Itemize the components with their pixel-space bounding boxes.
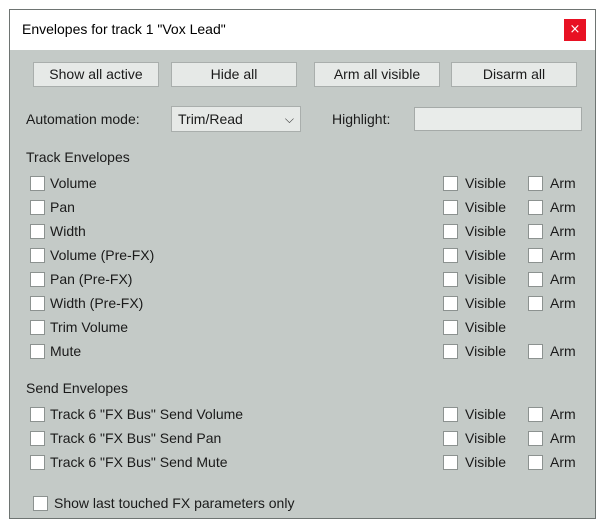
arm-checkbox[interactable] bbox=[528, 176, 543, 191]
visible-checkbox[interactable] bbox=[443, 455, 458, 470]
show-all-active-button[interactable]: Show all active bbox=[33, 62, 159, 87]
track-envelope-checkbox[interactable] bbox=[30, 200, 45, 215]
visible-checkbox[interactable] bbox=[443, 407, 458, 422]
track-envelope-checkbox[interactable] bbox=[30, 272, 45, 287]
visible-checkbox[interactable] bbox=[443, 248, 458, 263]
visible-label: Visible bbox=[465, 199, 506, 215]
show-last-touched-checkbox[interactable] bbox=[33, 496, 48, 511]
send-envelope-row: Track 6 "FX Bus" Send Volume Visible Arm bbox=[10, 405, 597, 425]
automation-mode-select[interactable]: Trim/Read ⌵ bbox=[171, 106, 301, 132]
visible-label: Visible bbox=[465, 343, 506, 359]
track-envelope-row: Volume (Pre-FX) Visible Arm bbox=[10, 246, 597, 266]
close-button[interactable]: × bbox=[564, 19, 586, 41]
visible-label: Visible bbox=[465, 223, 506, 239]
track-envelope-row: Pan (Pre-FX) Visible Arm bbox=[10, 270, 597, 290]
window-title: Envelopes for track 1 "Vox Lead" bbox=[22, 21, 226, 37]
track-envelope-checkbox[interactable] bbox=[30, 320, 45, 335]
track-envelope-checkbox[interactable] bbox=[30, 176, 45, 191]
visible-checkbox[interactable] bbox=[443, 296, 458, 311]
highlight-input[interactable] bbox=[414, 107, 582, 131]
track-envelope-checkbox[interactable] bbox=[30, 296, 45, 311]
arm-checkbox[interactable] bbox=[528, 344, 543, 359]
arm-label: Arm bbox=[550, 454, 576, 470]
send-envelope-checkbox[interactable] bbox=[30, 455, 45, 470]
chevron-down-icon: ⌵ bbox=[284, 112, 294, 126]
arm-label: Arm bbox=[550, 199, 576, 215]
arm-checkbox[interactable] bbox=[528, 431, 543, 446]
arm-checkbox[interactable] bbox=[528, 248, 543, 263]
arm-label: Arm bbox=[550, 430, 576, 446]
track-envelope-checkbox[interactable] bbox=[30, 344, 45, 359]
track-envelope-label: Pan bbox=[50, 199, 75, 215]
arm-checkbox[interactable] bbox=[528, 296, 543, 311]
visible-checkbox[interactable] bbox=[443, 176, 458, 191]
arm-label: Arm bbox=[550, 295, 576, 311]
visible-checkbox[interactable] bbox=[443, 431, 458, 446]
track-envelope-label: Mute bbox=[50, 343, 82, 359]
send-envelope-label: Track 6 "FX Bus" Send Pan bbox=[50, 430, 222, 446]
track-envelope-row: Pan Visible Arm bbox=[10, 198, 597, 218]
track-envelope-row: Width (Pre-FX) Visible Arm bbox=[10, 294, 597, 314]
send-envelopes-heading: Send Envelopes bbox=[26, 380, 128, 396]
visible-checkbox[interactable] bbox=[443, 224, 458, 239]
arm-checkbox[interactable] bbox=[528, 407, 543, 422]
track-envelope-checkbox[interactable] bbox=[30, 248, 45, 263]
track-envelope-row: Trim Volume Visible bbox=[10, 318, 597, 338]
arm-checkbox[interactable] bbox=[528, 272, 543, 287]
visible-checkbox[interactable] bbox=[443, 344, 458, 359]
envelopes-dialog: Envelopes for track 1 "Vox Lead" × Show … bbox=[9, 9, 596, 519]
close-icon: × bbox=[569, 22, 581, 37]
send-envelope-label: Track 6 "FX Bus" Send Volume bbox=[50, 406, 244, 422]
send-envelope-checkbox[interactable] bbox=[30, 431, 45, 446]
track-envelope-row: Width Visible Arm bbox=[10, 222, 597, 242]
visible-checkbox[interactable] bbox=[443, 272, 458, 287]
automation-mode-label: Automation mode: bbox=[26, 111, 140, 127]
arm-label: Arm bbox=[550, 406, 576, 422]
hide-all-button[interactable]: Hide all bbox=[171, 62, 297, 87]
disarm-all-button[interactable]: Disarm all bbox=[451, 62, 577, 87]
track-envelope-label: Width bbox=[50, 223, 86, 239]
automation-mode-value: Trim/Read bbox=[178, 111, 243, 127]
send-envelope-row: Track 6 "FX Bus" Send Pan Visible Arm bbox=[10, 429, 597, 449]
visible-label: Visible bbox=[465, 430, 506, 446]
send-envelope-label: Track 6 "FX Bus" Send Mute bbox=[50, 454, 228, 470]
title-bar[interactable]: Envelopes for track 1 "Vox Lead" × bbox=[10, 10, 595, 50]
arm-label: Arm bbox=[550, 175, 576, 191]
arm-label: Arm bbox=[550, 343, 576, 359]
visible-label: Visible bbox=[465, 406, 506, 422]
track-envelope-label: Width (Pre-FX) bbox=[50, 295, 144, 311]
arm-label: Arm bbox=[550, 223, 576, 239]
highlight-label: Highlight: bbox=[332, 111, 391, 127]
track-envelope-label: Volume bbox=[50, 175, 97, 191]
show-last-touched-label: Show last touched FX parameters only bbox=[54, 495, 295, 511]
arm-label: Arm bbox=[550, 271, 576, 287]
visible-label: Visible bbox=[465, 454, 506, 470]
track-envelope-row: Volume Visible Arm bbox=[10, 174, 597, 194]
visible-label: Visible bbox=[465, 175, 506, 191]
visible-label: Visible bbox=[465, 295, 506, 311]
track-envelope-checkbox[interactable] bbox=[30, 224, 45, 239]
arm-checkbox[interactable] bbox=[528, 224, 543, 239]
visible-label: Visible bbox=[465, 247, 506, 263]
arm-label: Arm bbox=[550, 247, 576, 263]
track-envelopes-heading: Track Envelopes bbox=[26, 149, 130, 165]
arm-checkbox[interactable] bbox=[528, 200, 543, 215]
arm-all-visible-button[interactable]: Arm all visible bbox=[314, 62, 440, 87]
track-envelope-row: Mute Visible Arm bbox=[10, 342, 597, 362]
send-envelope-row: Track 6 "FX Bus" Send Mute Visible Arm bbox=[10, 453, 597, 473]
visible-label: Visible bbox=[465, 319, 506, 335]
track-envelope-label: Volume (Pre-FX) bbox=[50, 247, 155, 263]
arm-checkbox[interactable] bbox=[528, 455, 543, 470]
show-last-touched-row: Show last touched FX parameters only bbox=[10, 494, 597, 514]
send-envelope-checkbox[interactable] bbox=[30, 407, 45, 422]
visible-checkbox[interactable] bbox=[443, 200, 458, 215]
visible-checkbox[interactable] bbox=[443, 320, 458, 335]
visible-label: Visible bbox=[465, 271, 506, 287]
track-envelope-label: Trim Volume bbox=[50, 319, 129, 335]
track-envelope-label: Pan (Pre-FX) bbox=[50, 271, 133, 287]
